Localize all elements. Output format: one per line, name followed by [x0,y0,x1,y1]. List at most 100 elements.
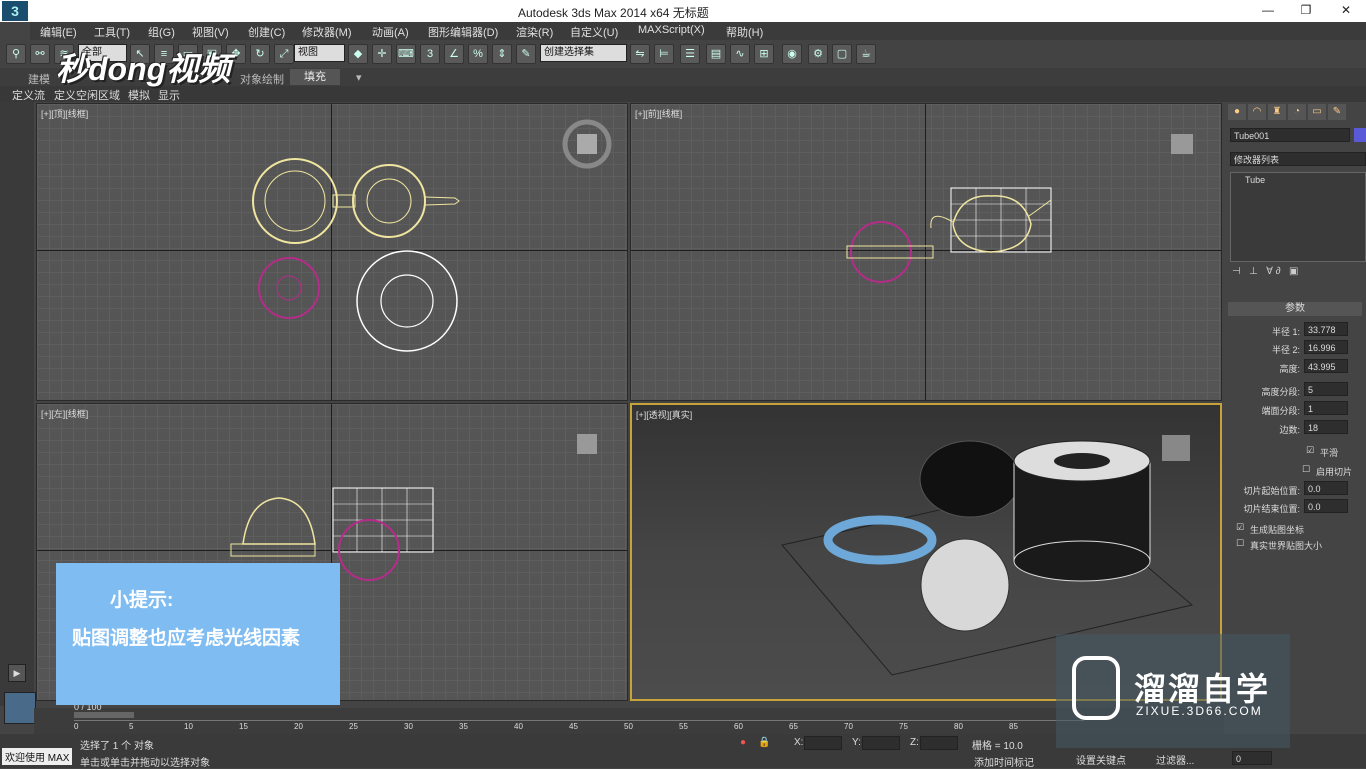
param-radius1-field[interactable]: 33.778 [1304,322,1348,336]
rendered-frame-icon[interactable]: ▢ [832,44,852,64]
select-manipulate-icon[interactable]: ✛ [372,44,392,64]
create-tab-icon[interactable]: ● [1228,104,1246,120]
ribbon-options-icon[interactable]: ▾ [356,71,362,84]
lock-selection-icon[interactable]: 🔒 [758,737,770,748]
scale-icon[interactable]: ⤢ [274,44,294,64]
time-slider-handle[interactable] [74,712,134,718]
current-frame-field[interactable]: 0 [1232,751,1272,765]
keyboard-shortcut-icon[interactable]: ⌨ [396,44,416,64]
display-tab-icon[interactable]: ▭ [1308,104,1326,120]
play-expand-icon[interactable]: ▶ [8,664,26,682]
menu-animation[interactable]: 动画(A) [372,24,409,40]
object-name-field[interactable]: Tube001 [1230,128,1350,142]
menu-modifiers[interactable]: 修改器(M) [302,24,352,40]
coord-x-field[interactable] [804,736,842,750]
render-setup-icon[interactable]: ⚙ [808,44,828,64]
smooth-checkbox[interactable]: ☑ [1306,445,1314,456]
menu-maxscript[interactable]: MAXScript(X) [638,24,705,36]
menu-help[interactable]: 帮助(H) [726,24,763,40]
title-bar: 3 Autodesk 3ds Max 2014 x64 无标题 — ❐ ✕ [0,0,1366,22]
coord-z-label: Z: [910,737,919,748]
maxscript-listener[interactable]: 欢迎使用 MAX [2,748,73,765]
app-logo-icon[interactable]: 3 [2,1,28,21]
ribbon-tab-populate[interactable]: 填充 [290,69,340,85]
param-sides-label: 边数: [1279,425,1300,435]
smooth-label: 平滑 [1320,448,1339,458]
menu-edit[interactable]: 编辑(E) [40,24,77,40]
track-bar[interactable] [74,720,1084,729]
menu-graph-editors[interactable]: 图形编辑器(D) [428,24,498,40]
percent-snap-icon[interactable]: % [468,44,488,64]
param-radius2-field[interactable]: 16.996 [1304,340,1348,354]
snaps-toggle-icon[interactable]: 3 [420,44,440,64]
param-height-field[interactable]: 43.995 [1304,359,1348,373]
isolate-icon[interactable]: ● [740,737,746,748]
param-sides-field[interactable]: 18 [1304,420,1348,434]
graphite-toggle-icon[interactable]: ▤ [706,44,726,64]
coord-y-field[interactable] [862,736,900,750]
slice-to-field[interactable]: 0.0 [1304,499,1348,513]
pivot-icon[interactable]: ◆ [348,44,368,64]
menu-tools[interactable]: 工具(T) [94,24,130,40]
align-icon[interactable]: ⊨ [654,44,674,64]
slice-on-label: 启用切片 [1316,467,1353,477]
rotate-icon[interactable]: ↻ [250,44,270,64]
named-selection-dropdown[interactable]: 创建选择集 [540,44,627,62]
hierarchy-tab-icon[interactable]: ♜ [1268,104,1286,120]
slice-from-field[interactable]: 0.0 [1304,481,1348,495]
mirror-icon[interactable]: ⇋ [630,44,650,64]
ribbon-tab-object-paint[interactable]: 对象绘制 [240,71,284,87]
real-map-checkbox[interactable]: ☐ [1236,538,1244,549]
tick-45: 45 [569,722,578,731]
utilities-tab-icon[interactable]: ✎ [1328,104,1346,120]
prompt-line: 单击或单击并拖动以选择对象 [80,758,210,769]
param-height-segs-field[interactable]: 5 [1304,382,1348,396]
subtab-define-flows[interactable]: 定义流 [12,87,45,103]
ribbon-tab-modeling[interactable]: 建模 [28,71,50,87]
viewport-top[interactable]: [+][顶][线框] [36,103,628,401]
minimize-button[interactable]: — [1258,2,1278,18]
tick-0: 0 [74,722,79,731]
edit-named-sel-icon[interactable]: ✎ [516,44,536,64]
object-color-swatch[interactable] [1354,128,1366,142]
set-key-button[interactable]: 设置关键点 [1076,752,1126,767]
watermark-logo-icon [1072,656,1120,720]
parameters-rollout[interactable]: 参数 [1228,302,1362,316]
viewport-front[interactable]: [+][前][线框] [630,103,1222,401]
menu-rendering[interactable]: 渲染(R) [516,24,553,40]
tick-15: 15 [239,722,248,731]
angle-snap-icon[interactable]: ∠ [444,44,464,64]
slice-on-checkbox[interactable]: ☐ [1302,464,1310,475]
param-cap-segs-field[interactable]: 1 [1304,401,1348,415]
curve-editor-icon[interactable]: ∿ [730,44,750,64]
layer-manager-icon[interactable]: ☰ [680,44,700,64]
stack-controls[interactable]: ⊣ ⊥ ∀ ∂ ▣ [1232,266,1362,280]
modifier-list-dropdown[interactable]: 修改器列表 [1230,152,1366,166]
gen-map-checkbox[interactable]: ☑ [1236,522,1244,533]
menu-create[interactable]: 创建(C) [248,24,285,40]
maximize-button[interactable]: ❐ [1296,2,1316,18]
ref-coord-dropdown[interactable]: 视图 [294,44,345,62]
add-time-tag[interactable]: 添加时间标记 [974,754,1034,769]
schematic-view-icon[interactable]: ⊞ [754,44,774,64]
unlink-icon[interactable]: ⚯ [30,44,50,64]
menu-customize[interactable]: 自定义(U) [570,24,618,40]
spinner-snap-icon[interactable]: ⇕ [492,44,512,64]
param-radius1-label: 半径 1: [1271,327,1300,337]
coord-z-field[interactable] [920,736,958,750]
render-production-icon[interactable]: ☕ [856,44,876,64]
stack-item-tube[interactable]: Tube [1245,175,1265,185]
key-filters-button[interactable]: 过滤器... [1156,752,1194,767]
material-editor-icon[interactable]: ◉ [782,44,802,64]
motion-tab-icon[interactable]: ◔ [1288,104,1306,120]
grid-size: 栅格 = 10.0 [972,741,1023,752]
menu-group[interactable]: 组(G) [148,24,175,40]
close-button[interactable]: ✕ [1336,2,1356,18]
link-icon[interactable]: ⚲ [6,44,26,64]
time-slider[interactable]: 0 / 100 0 5 10 15 20 25 30 35 40 45 50 5… [34,702,1224,736]
menu-views[interactable]: 视图(V) [192,24,229,40]
tick-75: 75 [899,722,908,731]
viewport-layout-icon[interactable] [4,692,36,724]
tick-50: 50 [624,722,633,731]
modify-tab-icon[interactable]: ◠ [1248,104,1266,120]
